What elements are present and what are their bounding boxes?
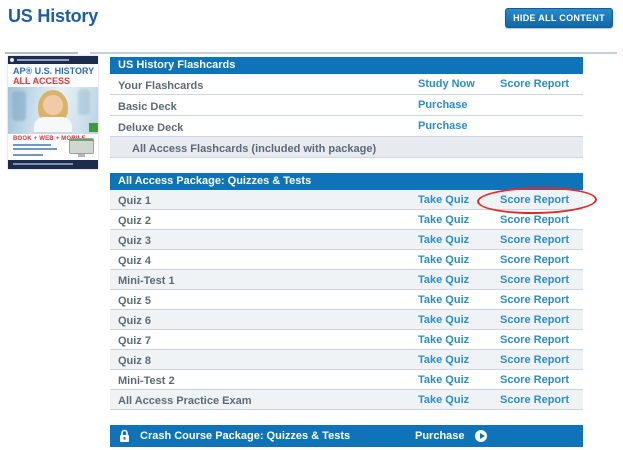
- row-label: Quiz 3: [110, 235, 151, 247]
- score-report-link[interactable]: Score Report: [500, 330, 569, 350]
- purchase-link[interactable]: Purchase: [418, 116, 468, 137]
- row-label: Quiz 5: [110, 295, 151, 307]
- course-content-page: US History HIDE ALL CONTENT AP® U.S. HIS…: [0, 0, 623, 450]
- flashcards-table-header: US History Flashcards: [110, 57, 583, 74]
- table-row-quiz-8: Quiz 8 Take Quiz Score Report: [110, 350, 583, 370]
- play-circle-icon[interactable]: [475, 430, 487, 442]
- study-now-link[interactable]: Study Now: [418, 74, 475, 95]
- score-report-link[interactable]: Score Report: [500, 310, 569, 330]
- score-report-link[interactable]: Score Report: [500, 190, 569, 210]
- book-cover-logo-dot: [10, 58, 14, 62]
- crash-course-bar-label: Crash Course Package: Quizzes & Tests: [140, 425, 350, 447]
- score-report-link[interactable]: Score Report: [500, 290, 569, 310]
- table-row-quiz-5: Quiz 5 Take Quiz Score Report: [110, 290, 583, 310]
- table-row-quiz-1: Quiz 1 Take Quiz Score Report: [110, 190, 583, 210]
- score-report-link[interactable]: Score Report: [500, 250, 569, 270]
- take-quiz-link[interactable]: Take Quiz: [418, 370, 469, 390]
- score-report-link[interactable]: Score Report: [500, 350, 569, 370]
- divider-line-left: [5, 52, 78, 54]
- take-quiz-link[interactable]: Take Quiz: [418, 190, 469, 210]
- book-cover-top-text-decor: [17, 59, 69, 61]
- score-report-link[interactable]: Score Report: [500, 230, 569, 250]
- row-label: Mini-Test 1: [110, 275, 175, 287]
- take-quiz-link[interactable]: Take Quiz: [418, 290, 469, 310]
- score-report-link[interactable]: Score Report: [500, 210, 569, 230]
- flashcards-table: US History Flashcards Your Flashcards St…: [110, 57, 583, 158]
- row-label: Quiz 8: [110, 355, 151, 367]
- row-label: Quiz 7: [110, 335, 151, 347]
- table-row-mini-test-2: Mini-Test 2 Take Quiz Score Report: [110, 370, 583, 390]
- row-label: Quiz 1: [110, 195, 151, 207]
- note-text: All Access Flashcards (included with pac…: [110, 143, 376, 155]
- table-row-quiz-3: Quiz 3 Take Quiz Score Report: [110, 230, 583, 250]
- table-row-quiz-2: Quiz 2 Take Quiz Score Report: [110, 210, 583, 230]
- book-cover-bottom-bar: [8, 160, 98, 169]
- lock-icon: [119, 429, 130, 443]
- student-photo-face: [43, 95, 63, 115]
- book-cover-photo: [8, 87, 98, 134]
- book-cover-top-bar: [8, 56, 98, 64]
- crash-course-purchase-link[interactable]: Purchase: [415, 425, 465, 447]
- take-quiz-link[interactable]: Take Quiz: [418, 350, 469, 370]
- take-quiz-link[interactable]: Take Quiz: [418, 330, 469, 350]
- take-quiz-link[interactable]: Take Quiz: [418, 310, 469, 330]
- quizzes-tests-table: All Access Package: Quizzes & Tests Quiz…: [110, 173, 583, 410]
- purchase-link[interactable]: Purchase: [418, 95, 468, 116]
- table-row-all-access-flashcards-note: All Access Flashcards (included with pac…: [110, 137, 583, 158]
- book-cover-title: AP® U.S. HISTORY: [13, 66, 98, 76]
- laptop-graphic: [69, 138, 94, 154]
- table-row-deluxe-deck: Deluxe Deck Purchase: [110, 116, 583, 137]
- quizzes-table-header: All Access Package: Quizzes & Tests: [110, 173, 583, 190]
- row-label: Deluxe Deck: [110, 122, 183, 134]
- row-label: Basic Deck: [110, 101, 177, 113]
- student-photo-torso: [34, 117, 72, 134]
- table-row-all-access-practice-exam: All Access Practice Exam Take Quiz Score…: [110, 390, 583, 410]
- book-cover-titles: AP® U.S. HISTORY ALL ACCESS: [8, 64, 98, 87]
- take-quiz-link[interactable]: Take Quiz: [418, 250, 469, 270]
- score-report-link[interactable]: Score Report: [500, 370, 569, 390]
- rea-logo: [89, 123, 98, 132]
- score-report-link[interactable]: Score Report: [500, 270, 569, 290]
- table-row-basic-deck: Basic Deck Purchase: [110, 95, 583, 116]
- row-label: Mini-Test 2: [110, 375, 175, 387]
- book-cover-subtitle: ALL ACCESS: [13, 76, 98, 86]
- take-quiz-link[interactable]: Take Quiz: [418, 270, 469, 290]
- score-report-link[interactable]: Score Report: [500, 390, 569, 410]
- row-label: Quiz 4: [110, 255, 151, 267]
- table-row-your-flashcards: Your Flashcards Study Now Score Report: [110, 74, 583, 95]
- row-label: Quiz 2: [110, 215, 151, 227]
- row-label: Quiz 6: [110, 315, 151, 327]
- table-row-quiz-7: Quiz 7 Take Quiz Score Report: [110, 330, 583, 350]
- hide-all-content-button[interactable]: HIDE ALL CONTENT: [505, 8, 613, 28]
- take-quiz-link[interactable]: Take Quiz: [418, 210, 469, 230]
- score-report-link[interactable]: Score Report: [500, 74, 569, 95]
- row-label: All Access Practice Exam: [110, 395, 252, 407]
- take-quiz-link[interactable]: Take Quiz: [418, 230, 469, 250]
- table-row-quiz-4: Quiz 4 Take Quiz Score Report: [110, 250, 583, 270]
- table-row-quiz-6: Quiz 6 Take Quiz Score Report: [110, 310, 583, 330]
- take-quiz-link[interactable]: Take Quiz: [418, 390, 469, 410]
- row-label: Your Flashcards: [110, 80, 203, 92]
- book-cover-thumbnail: AP® U.S. HISTORY ALL ACCESS BOOK + WEB +…: [8, 56, 98, 169]
- page-title: US History: [8, 6, 98, 27]
- divider-line-right: [90, 52, 617, 54]
- table-row-mini-test-1: Mini-Test 1 Take Quiz Score Report: [110, 270, 583, 290]
- crash-course-bar: Crash Course Package: Quizzes & Tests Pu…: [110, 425, 583, 447]
